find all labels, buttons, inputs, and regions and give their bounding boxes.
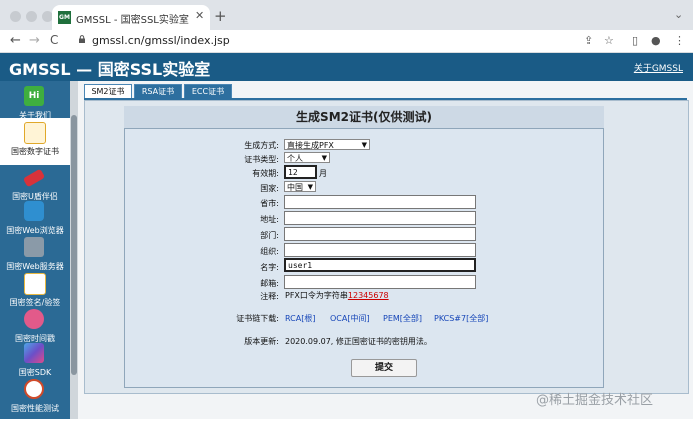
organization-label: 组织: [260, 247, 279, 256]
tab-title: GMSSL - 国密SSL实验室 [76, 15, 189, 26]
browser-icon [24, 201, 44, 221]
cert-type-select[interactable]: 个人 ▼ [284, 152, 330, 163]
organization-input[interactable] [284, 243, 476, 257]
form-title: 生成SM2证书(仅供测试) [124, 106, 604, 129]
performance-clock-icon [24, 379, 44, 399]
cert-type-label: 证书类型: [244, 155, 279, 164]
validity-input[interactable]: 12 [284, 165, 317, 179]
address-label: 地址: [260, 215, 279, 224]
country-select[interactable]: 中国 ▼ [284, 181, 316, 192]
pkcs7-all-link[interactable]: PKCS#7[全部] [434, 313, 488, 324]
sidebar-icon[interactable]: ▯ [632, 34, 638, 47]
sidebar-item-performance[interactable]: 国密性能测试 [0, 375, 70, 422]
sidebar-item-certificate[interactable]: 国密数字证书 [0, 118, 70, 165]
sidebar-scroll-thumb[interactable] [71, 115, 77, 375]
note-description: PFX口令为字符串 [285, 291, 348, 300]
sidebar-item-label: 国密数字证书 [11, 147, 59, 156]
note-text: PFX口令为字符串12345678 [285, 290, 389, 301]
submit-button[interactable]: 提交 [351, 359, 417, 377]
validity-unit: 月 [319, 169, 327, 178]
certificate-icon [24, 122, 46, 144]
version-label: 版本更新: [244, 337, 279, 346]
validity-label: 有效期: [252, 169, 279, 178]
note-label: 注释: [260, 292, 279, 301]
sdk-icon [24, 343, 44, 363]
oca-intermediate-link[interactable]: OCA[中间] [330, 313, 370, 324]
browser-tab[interactable]: GM GMSSL - 国密SSL实验室 ✕ [52, 5, 210, 30]
site-title: GMSSL — 国密SSL实验室 [9, 60, 211, 79]
usb-key-icon [22, 168, 46, 188]
new-tab-icon[interactable]: + [214, 7, 227, 25]
back-icon[interactable]: ← [10, 33, 21, 48]
reload-icon[interactable]: C [50, 33, 58, 47]
sidebar: Hi 关于我们 国密数字证书 国密U盾伴侣 国密Web浏览器 国密Web服务器 … [0, 81, 78, 419]
site-header: GMSSL — 国密SSL实验室 关于GMSSL [0, 53, 693, 81]
server-icon [24, 237, 44, 257]
timestamp-icon [24, 309, 44, 329]
about-gmssl-link[interactable]: 关于GMSSL [634, 61, 683, 74]
browser-titlebar: GM GMSSL - 国密SSL实验室 ✕ + ⌄ [0, 0, 693, 30]
chevron-down-icon: ▼ [321, 154, 327, 162]
province-label: 省市: [260, 199, 279, 208]
chevron-down-icon: ▼ [307, 183, 313, 191]
email-input[interactable] [284, 275, 476, 289]
cert-type-value: 个人 [287, 154, 303, 163]
gen-method-select[interactable]: 直接生成PFX ▼ [284, 139, 370, 150]
email-label: 邮箱: [260, 279, 279, 288]
province-input[interactable] [284, 195, 476, 209]
menu-icon[interactable]: ⋮ [674, 34, 685, 47]
department-label: 部门: [260, 231, 279, 240]
password-value: 12345678 [347, 291, 389, 300]
lock-icon [79, 35, 85, 43]
chevron-down-icon: ▼ [361, 141, 367, 149]
name-label: 名字: [260, 263, 279, 272]
close-tab-icon[interactable]: ✕ [195, 9, 204, 22]
sidebar-item-label: 国密性能测试 [11, 404, 59, 413]
country-value: 中国 [287, 183, 303, 192]
gen-method-label: 生成方式: [244, 141, 279, 150]
version-text: 2020.09.07, 修正国密证书的密钥用法。 [285, 337, 432, 346]
name-input[interactable]: user1 [284, 258, 476, 272]
rca-root-link[interactable]: RCA[根] [285, 313, 315, 324]
gen-method-value: 直接生成PFX [287, 141, 334, 150]
gm-favicon-icon: GM [58, 11, 71, 24]
close-window-button[interactable] [10, 11, 21, 22]
minimize-window-button[interactable] [26, 11, 37, 22]
share-icon[interactable]: ⇪ [584, 34, 593, 47]
signature-lock-icon [24, 273, 46, 295]
address-input[interactable] [284, 211, 476, 225]
department-input[interactable] [284, 227, 476, 241]
url-text: gmssl.cn/gmssl/index.jsp [92, 34, 230, 47]
star-icon[interactable]: ☆ [604, 34, 614, 47]
chain-download-label: 证书链下载: [236, 314, 279, 323]
hi-icon: Hi [24, 86, 44, 106]
forward-icon[interactable]: → [29, 33, 40, 48]
tab-search-chevron-icon[interactable]: ⌄ [674, 8, 683, 21]
watermark: @稀土掘金技术社区 [536, 393, 654, 408]
pem-all-link[interactable]: PEM[全部] [383, 313, 422, 324]
address-bar[interactable]: gmssl.cn/gmssl/index.jsp [68, 32, 628, 50]
country-label: 国家: [260, 184, 279, 193]
profile-icon[interactable]: ● [651, 34, 661, 47]
browser-toolbar: ← → C gmssl.cn/gmssl/index.jsp ⇪ ☆ ▯ ● ⋮ [0, 30, 693, 53]
